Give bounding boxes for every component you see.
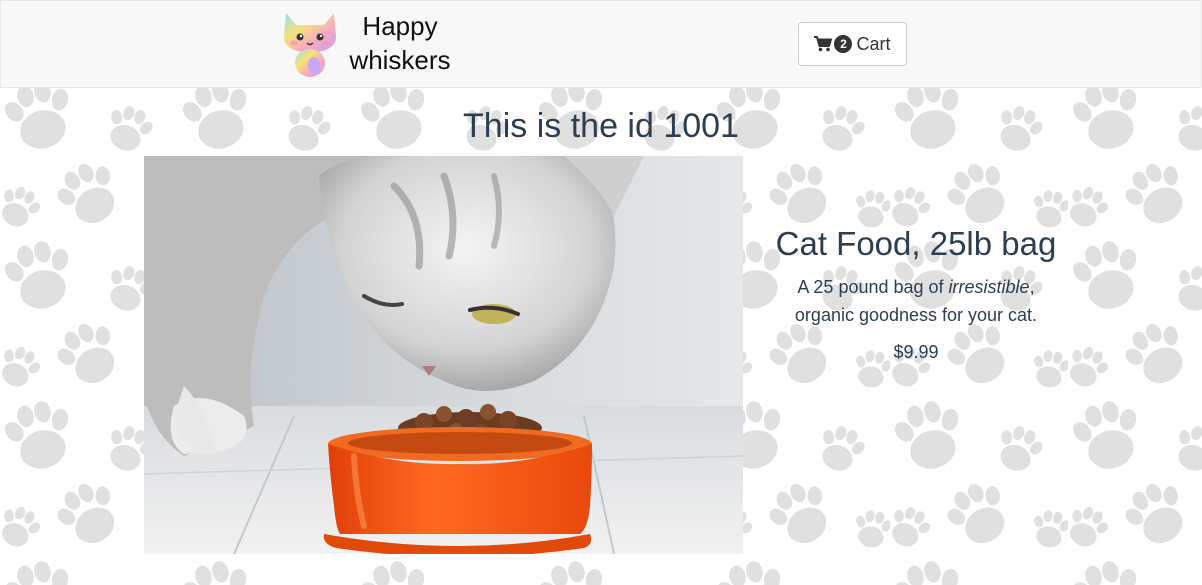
product-description-emphasis: irresistible bbox=[948, 277, 1030, 297]
top-navbar: Happy whiskers 2 Cart bbox=[0, 0, 1202, 88]
shopping-cart-icon bbox=[814, 36, 833, 52]
product-description-start: A 25 pound bag of bbox=[797, 277, 949, 297]
brand-name-line2: whiskers bbox=[349, 45, 451, 75]
brand-home-link[interactable]: Happy whiskers bbox=[278, 7, 458, 83]
product-details: Cat Food, 25lb bag A 25 pound bag of irr… bbox=[766, 224, 1066, 365]
cart-label: Cart bbox=[856, 33, 891, 54]
product-image bbox=[144, 156, 743, 554]
page-title: This is the id 1001 bbox=[463, 107, 739, 145]
cart-button[interactable]: 2 Cart bbox=[798, 22, 907, 66]
rainbow-cat-logo-icon bbox=[278, 7, 342, 79]
product-description: A 25 pound bag of irresistible, organic … bbox=[766, 273, 1066, 329]
cart-count-badge: 2 bbox=[834, 35, 853, 53]
product-title: Cat Food, 25lb bag bbox=[775, 225, 1057, 262]
brand-name: Happy whiskers bbox=[344, 9, 456, 77]
product-price: $9.99 bbox=[893, 342, 939, 362]
brand-name-line1: Happy bbox=[362, 11, 438, 41]
